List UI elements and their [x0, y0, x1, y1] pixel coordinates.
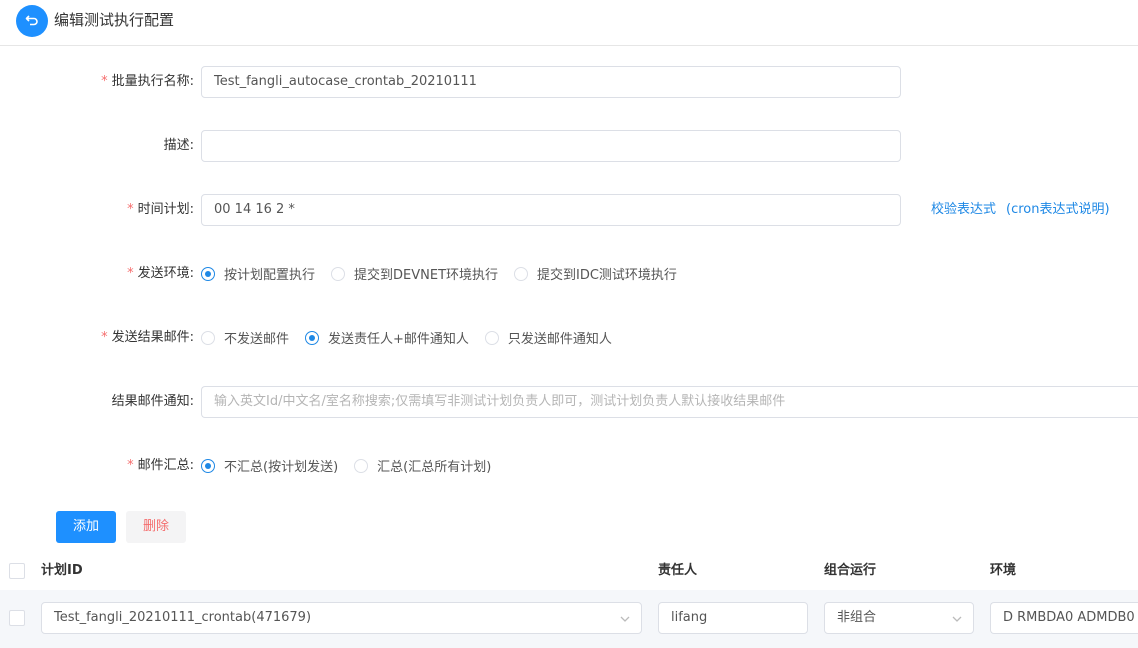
page-title: 编辑测试执行配置 [54, 11, 175, 29]
send-env-option-idc[interactable]: 提交到IDC测试环境执行 [514, 264, 677, 283]
radio-checked[interactable] [201, 266, 215, 281]
description-label: 描述: [163, 138, 194, 153]
send-mail-label: * 发送结果邮件: [101, 330, 194, 345]
send-mail-option-owner-notify[interactable]: 发送责任人+邮件通知人 [305, 328, 469, 347]
radio-checked[interactable] [305, 330, 320, 345]
radio-unchecked[interactable] [514, 266, 529, 281]
send-mail-radio-group: 不发送邮件 发送责任人+邮件通知人 只发送邮件通知人 [201, 328, 628, 347]
return-icon [25, 15, 38, 26]
required-mark: * [101, 74, 108, 89]
radio-checked[interactable] [201, 458, 215, 473]
page-header: 编辑测试执行配置 [0, 0, 1138, 46]
back-button[interactable] [16, 5, 48, 37]
required-mark: * [127, 458, 134, 473]
plan-id-select[interactable]: Test_fangli_20210111_crontab(471679) [41, 602, 642, 634]
batch-name-input[interactable]: Test_fangli_autocase_crontab_20210111 [201, 66, 901, 98]
column-header-owner: 责任人 [658, 563, 698, 578]
schedule-label: * 时间计划: [127, 202, 194, 217]
mail-summary-label: * 邮件汇总: [127, 458, 194, 473]
required-mark: * [127, 266, 134, 281]
chevron-down-icon [620, 616, 630, 622]
mail-summary-option-all[interactable]: 汇总(汇总所有计划) [354, 456, 491, 475]
cron-help-link[interactable]: (cron表达式说明) [1006, 200, 1110, 220]
combined-select[interactable]: 非组合 [824, 602, 974, 634]
radio-unchecked[interactable] [201, 330, 215, 345]
description-input[interactable] [201, 130, 901, 162]
owner-input[interactable]: lifang [658, 602, 808, 634]
send-mail-option-none[interactable]: 不发送邮件 [201, 328, 289, 347]
radio-unchecked[interactable] [484, 330, 499, 345]
send-env-option-plan[interactable]: 按计划配置执行 [201, 264, 315, 283]
send-env-radio-group: 按计划配置执行 提交到DEVNET环境执行 提交到IDC测试环境执行 [201, 264, 693, 283]
schedule-input[interactable]: 00 14 16 2 * [201, 194, 901, 226]
column-header-combined: 组合运行 [824, 563, 877, 578]
mail-summary-option-none[interactable]: 不汇总(按计划发送) [201, 456, 338, 475]
required-mark: * [101, 330, 108, 345]
radio-unchecked[interactable] [331, 266, 346, 281]
mail-notify-input[interactable]: 输入英文Id/中文名/室名称搜索;仅需填写非测试计划负责人即可，测试计划负责人默… [201, 386, 1138, 418]
validate-expression-link[interactable]: 校验表达式 [931, 200, 996, 220]
row-checkbox[interactable] [9, 610, 25, 626]
column-header-env: 环境 [990, 563, 1017, 578]
required-mark: * [127, 202, 134, 217]
send-env-option-devnet[interactable]: 提交到DEVNET环境执行 [331, 264, 498, 283]
env-select[interactable]: D RMBDA0 ADMDB0 [990, 602, 1138, 634]
send-mail-option-notify-only[interactable]: 只发送邮件通知人 [484, 328, 612, 347]
radio-unchecked[interactable] [354, 458, 369, 473]
add-button[interactable]: 添加 [56, 511, 116, 543]
batch-name-label: * 批量执行名称: [101, 74, 194, 89]
delete-button[interactable]: 删除 [126, 511, 186, 543]
column-header-plan-id: 计划ID [41, 563, 83, 578]
send-env-label: * 发送环境: [127, 266, 194, 281]
chevron-down-icon [952, 616, 962, 622]
mail-summary-radio-group: 不汇总(按计划发送) 汇总(汇总所有计划) [201, 456, 507, 475]
select-all-checkbox[interactable] [9, 563, 25, 579]
mail-notify-label: 结果邮件通知: [111, 394, 194, 409]
